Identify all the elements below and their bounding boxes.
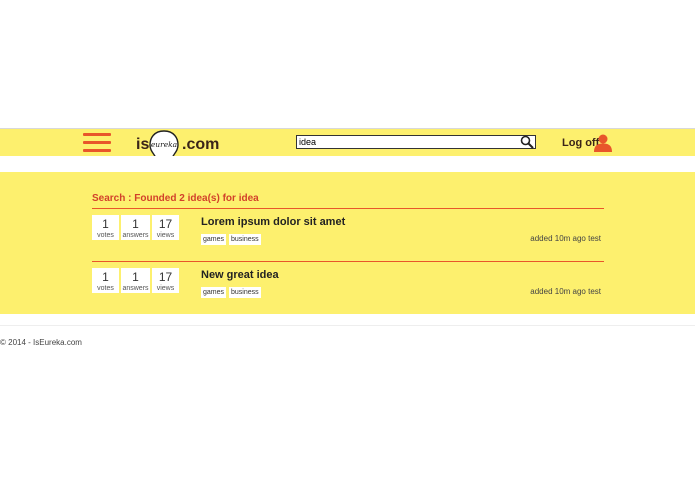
answers-label: answers	[122, 285, 149, 292]
tag-business[interactable]: business	[229, 287, 261, 298]
views-label: views	[156, 232, 175, 239]
user-icon	[594, 134, 612, 152]
votes-label: votes	[97, 232, 114, 239]
idea-row: 1 votes 1 answers 17 views Lorem ipsum d…	[92, 215, 604, 255]
answers-label: answers	[122, 232, 149, 239]
divider	[92, 261, 604, 262]
menu-bar-line	[83, 141, 111, 144]
votes-box: 1 votes	[92, 268, 119, 293]
search-icon[interactable]	[520, 135, 534, 149]
idea-title-link[interactable]: Lorem ipsum dolor sit amet	[201, 216, 345, 228]
tag-business[interactable]: business	[229, 234, 261, 245]
logo-bulb-word: eureka	[151, 140, 177, 149]
search-results-panel: Search : Founded 2 idea(s) for idea 1 vo…	[0, 172, 695, 314]
results-title: Search : Founded 2 idea(s) for idea	[92, 193, 259, 204]
footer-copyright: © 2014 - IsEureka.com	[0, 338, 82, 347]
views-box: 17 views	[152, 215, 179, 240]
idea-meta: added 10m ago test	[530, 287, 601, 296]
answers-box: 1 answers	[121, 268, 150, 293]
idea-meta: added 10m ago test	[530, 234, 601, 243]
logo-suffix: .com	[182, 136, 220, 153]
header-bar: is eureka .com Log off	[0, 128, 695, 180]
votes-count: 1	[102, 217, 109, 231]
views-label: views	[156, 285, 175, 292]
answers-box: 1 answers	[121, 215, 150, 240]
votes-count: 1	[102, 270, 109, 284]
menu-bar-line	[83, 149, 111, 152]
idea-row: 1 votes 1 answers 17 views New great ide…	[92, 268, 604, 308]
search-input[interactable]	[299, 136, 517, 148]
tag-games[interactable]: games	[201, 234, 227, 245]
views-count: 17	[158, 217, 173, 231]
search-box	[296, 135, 536, 149]
header-spacer	[0, 156, 695, 172]
answers-count: 1	[132, 217, 139, 231]
views-count: 17	[158, 270, 173, 284]
idea-title-link[interactable]: New great idea	[201, 269, 279, 281]
tag-games[interactable]: games	[201, 287, 227, 298]
footer-divider	[0, 325, 695, 326]
hamburger-menu-icon[interactable]	[83, 133, 111, 152]
votes-label: votes	[97, 285, 114, 292]
menu-bar-line	[83, 133, 111, 136]
divider	[92, 208, 604, 209]
views-box: 17 views	[152, 268, 179, 293]
answers-count: 1	[132, 270, 139, 284]
votes-box: 1 votes	[92, 215, 119, 240]
